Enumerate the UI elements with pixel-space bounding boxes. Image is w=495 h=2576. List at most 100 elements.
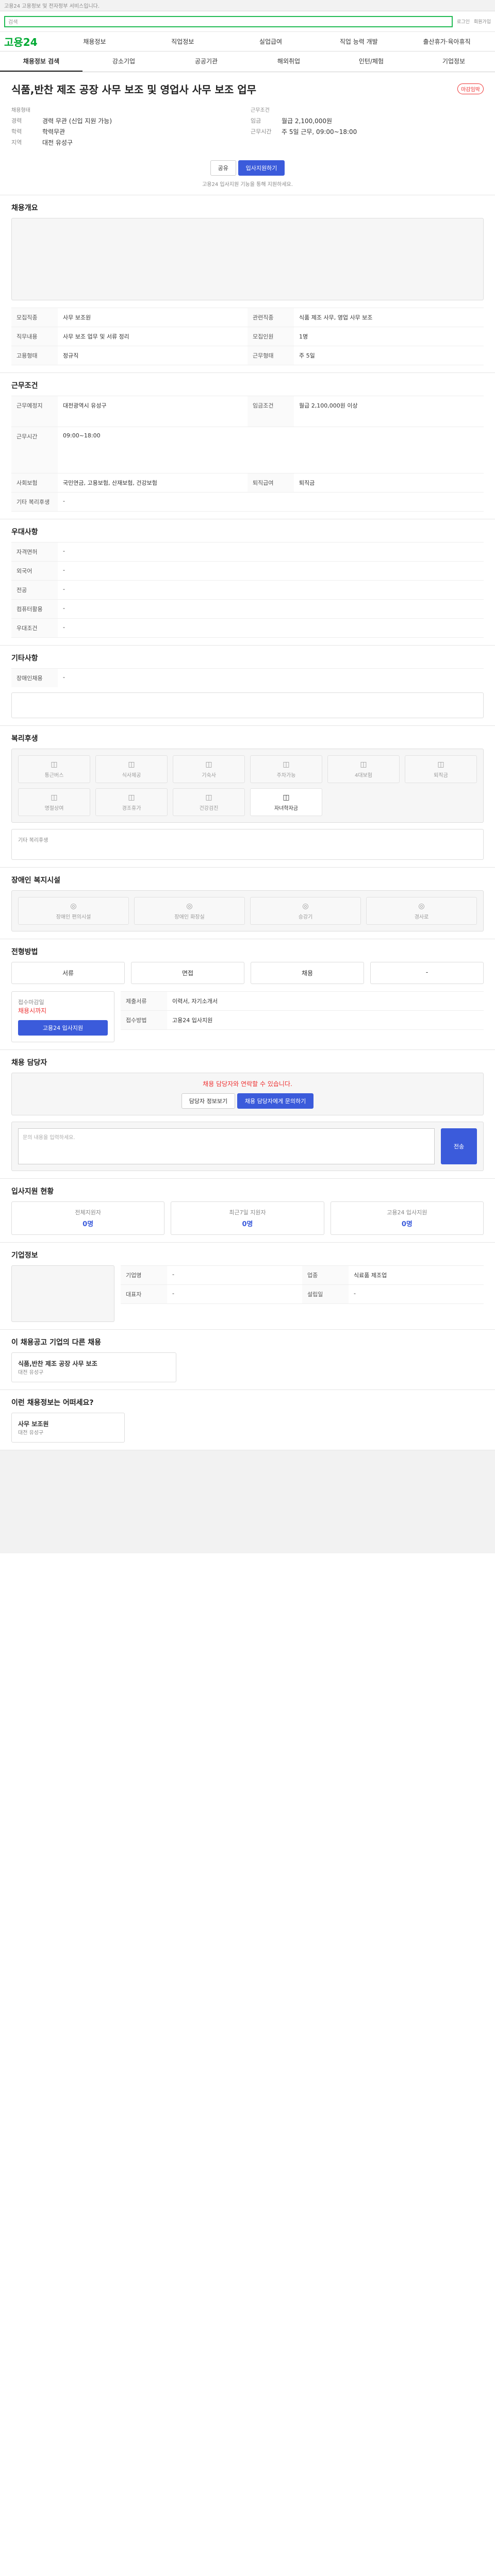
th: 근무시간 [11,427,58,473]
tab-search[interactable]: 채용정보 검색 [0,52,82,72]
nav-training[interactable]: 직업 능력 개발 [315,37,403,46]
apply-online-button[interactable]: 고용24 입사지원 [18,1020,108,1036]
dis-ramp: ◎ 경사로 [366,897,477,925]
tab-strong[interactable]: 강소기업 [82,52,165,72]
recommend-card[interactable]: 사무 보조원 대전 유성구 [11,1413,125,1443]
ramp-icon: ◎ [418,902,425,910]
contact-ask-button[interactable]: 채용 담당자에게 문의하기 [237,1093,314,1109]
td: 식료품 제조업 [354,1272,387,1279]
section-title: 이런 채용정보는 어떠세요? [11,1399,94,1407]
job-left: 채용형태 경력 경력 무관 (신입 지원 가능) 학력 학력무관 지역 대전 유성구 [11,106,244,149]
facility-icon: ◎ [70,902,77,910]
label: 경사로 [414,914,429,920]
section-title: 입사지원 현황 [11,1188,54,1196]
rec-meta: 대전 유성구 [18,1430,44,1436]
td: 정규직 [63,352,79,359]
conditions-table: 근무예정지 대전광역시 유성구 임금조건 월급 2,100,000원 이상 근무시간 0… [11,396,484,512]
td: - [172,1271,174,1278]
status-badge: 마감임박 [457,83,484,94]
welfare-leave: ◫ 경조휴가 [95,788,168,816]
bonus-icon: ◫ [51,793,58,802]
th: 모집인원 [248,327,294,346]
row-value: 주 5일 근무, 09:00~18:00 [282,128,357,135]
label: 기숙사 [202,772,216,778]
label: 통근버스 [44,772,64,778]
nav-jobinfo[interactable]: 직업정보 [139,37,227,46]
tab-public[interactable]: 공공기관 [165,52,248,72]
tab-company[interactable]: 기업정보 [412,52,495,72]
summary-box [11,218,484,300]
section-title: 기업정보 [11,1251,38,1260]
row-value: 경력 무관 (신입 지원 가능) [42,117,112,125]
logo[interactable]: 고용24 [4,34,51,49]
dis-elevator: ◎ 승강기 [250,897,361,925]
summary-section: 채용개요 모집직종 사무 보조원 관련직종 식품 제조 사무, 영업 사무 보조 직무… [0,195,495,373]
label: 장애인 편의시설 [56,914,91,920]
ask-submit-button[interactable]: 전송 [441,1128,477,1164]
search-bar-row: 검색 로그인 회원가입 [0,11,495,32]
td: 퇴직금 [299,480,315,486]
ask-form: 문의 내용을 입력하세요. 전송 [11,1122,484,1171]
etc-box [11,692,484,718]
dorm-icon: ◫ [205,760,212,769]
share-button[interactable]: 공유 [210,160,236,176]
signup-link[interactable]: 회원가입 [474,18,491,25]
value: 채용시까지 [18,1007,47,1014]
etc-section: 기타사항 장애인채용 - [0,646,495,726]
td: - [63,605,65,612]
tab-intern[interactable]: 인턴/체험 [330,52,412,72]
nav-unemployment[interactable]: 실업급여 [227,37,315,46]
row-label: 임금 [251,117,261,124]
search-input[interactable]: 검색 [4,15,453,27]
step: 채용 [251,962,364,984]
contact-info-button[interactable]: 담당자 정보보기 [181,1093,236,1109]
td: - [63,498,65,504]
ask-textarea[interactable]: 문의 내용을 입력하세요. [18,1128,435,1164]
qual-table: 자격면허 - 외국어 - 전공 - 컴퓨터활용 - 우대조건 - [11,542,484,638]
td: - [63,674,65,681]
section-title: 이 채용공고 기업의 다른 채용 [11,1338,102,1347]
nav-jobs[interactable]: 채용정보 [51,37,139,46]
consult-notice: 채용 담당자와 연락할 수 있습니다. [203,1080,292,1088]
th: 고용형태 [11,346,58,365]
section-title: 기타사항 [11,654,38,663]
th: 직무내용 [11,327,58,346]
qual-section: 우대사항 자격면허 - 외국어 - 전공 - 컴퓨터활용 - 우대조건 - [0,519,495,646]
td: - [63,567,65,573]
label: 장애인 화장실 [174,914,205,920]
td: 사무 보조 업무 및 서류 정리 [63,333,129,340]
summary-table: 모집직종 사무 보조원 관련직종 식품 제조 사무, 영업 사무 보조 직무내용 사무 … [11,308,484,365]
row-label: 학력 [11,128,22,135]
welfare-bus: ◫ 통근버스 [18,755,90,783]
th: 설립일 [302,1285,349,1303]
login-link[interactable]: 로그인 [457,18,470,25]
label: 주차가능 [276,772,296,778]
row-value: 학력무관 [42,128,65,135]
top-notice: 고용24 고용정보 및 전자정부 서비스입니다. [0,0,495,11]
apply-button[interactable]: 입사지원하기 [238,160,285,176]
welfare-note: 기타 복리후생 [18,838,48,843]
step: - [370,962,484,984]
more-section: 이 채용공고 기업의 다른 채용 식품,반찬 제조 공장 사무 보조 대전 유성… [0,1330,495,1390]
more-job-card[interactable]: 식품,반찬 제조 공장 사무 보조 대전 유성구 [11,1352,176,1382]
td: - [63,548,65,554]
welfare-parking: ◫ 주차가능 [250,755,322,783]
step: 서류 [11,962,125,984]
td: 1명 [299,333,308,340]
welfare-dorm: ◫ 기숙사 [173,755,245,783]
section-title: 전형방법 [11,948,38,956]
welfare-retire: ◫ 퇴직금 [405,755,477,783]
td: - [172,1290,174,1297]
label: 자녀학자금 [274,805,298,811]
apply-steps: 서류 면접 채용 - [11,962,484,984]
nav-leave[interactable]: 출산휴가·육아휴직 [403,37,491,46]
right-head: 근무조건 [251,108,270,113]
td: 고용24 입사지원 [172,1017,213,1024]
job-title: 식품,반찬 제조 공장 사무 보조 및 영업사 사무 보조 업무 [11,83,257,96]
bus-icon: ◫ [51,760,58,769]
stats-section: 입사지원 현황 전체지원자 0명 최근7일 지원자 0명 고용24 입사지원 0명 [0,1179,495,1243]
td: 이력서, 자기소개서 [172,998,218,1005]
job-right: 근무조건 임금 월급 2,100,000원 근무시간 주 5일 근무, 09:00~… [251,106,484,149]
meal-icon: ◫ [128,760,135,769]
tab-overseas[interactable]: 해외취업 [248,52,330,72]
